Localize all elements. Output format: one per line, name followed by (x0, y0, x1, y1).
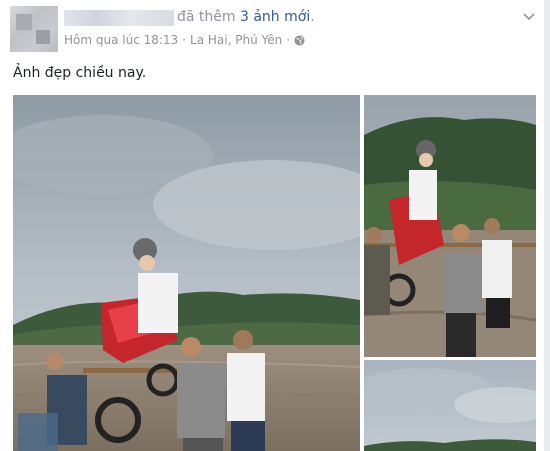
feed-post: đã thêm 3 ảnh mới. Hôm qua lúc 18:13 · L… (0, 0, 550, 451)
photo-1[interactable] (13, 95, 360, 451)
author-name-blurred[interactable] (64, 10, 174, 26)
post-meta: Hôm qua lúc 18:13 · La Hai, Phú Yên · (64, 33, 305, 47)
headline-end: . (310, 9, 315, 25)
photo-3[interactable] (364, 360, 536, 451)
post-caption: Ảnh đẹp chiều nay. (13, 65, 147, 81)
headline-action: đã thêm (177, 9, 236, 25)
meta-separator: · (182, 33, 187, 47)
chevron-down-icon[interactable] (522, 9, 536, 23)
post-headline: đã thêm 3 ảnh mới. (177, 9, 315, 25)
new-photos-link[interactable]: 3 ảnh mới (240, 9, 310, 25)
photo-2[interactable] (364, 95, 536, 357)
globe-icon[interactable] (294, 34, 305, 46)
timestamp-link[interactable]: Hôm qua lúc 18:13 (64, 33, 178, 47)
avatar[interactable] (10, 6, 58, 52)
photo-3-image (364, 360, 536, 451)
meta-separator: · (286, 33, 291, 47)
photo-2-image (364, 95, 536, 357)
photo-1-image (13, 95, 360, 451)
scroll-edge (544, 0, 550, 451)
location-link[interactable]: La Hai, Phú Yên (190, 33, 282, 47)
